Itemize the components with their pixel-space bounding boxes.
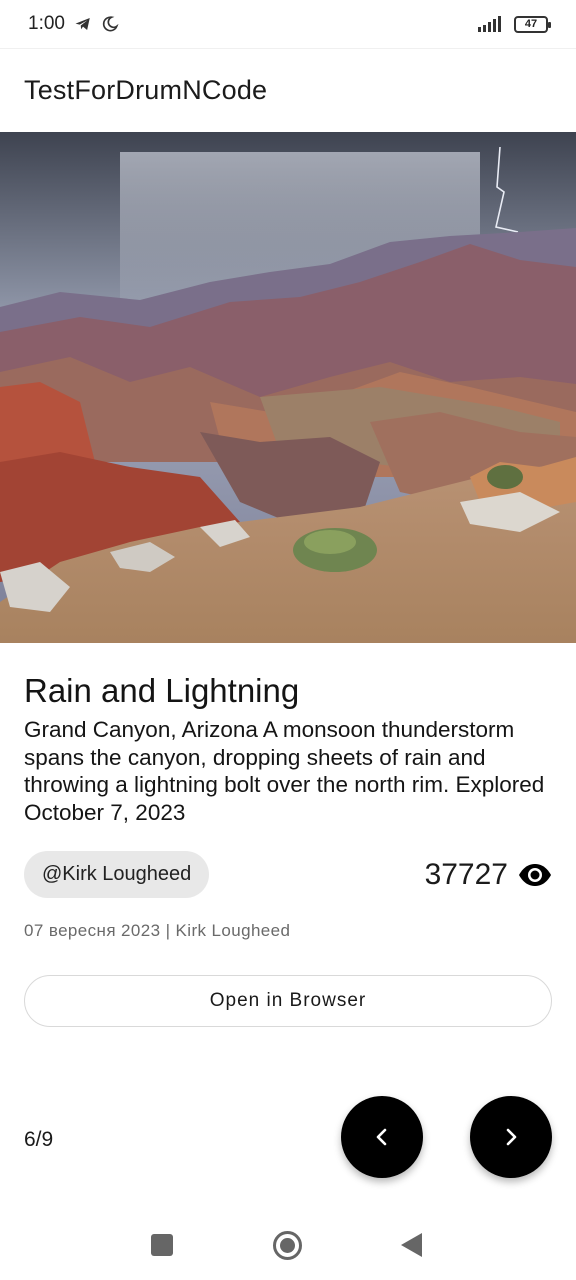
- photo-title: Rain and Lightning: [24, 672, 300, 709]
- home-icon[interactable]: [273, 1231, 302, 1260]
- views-count: 37727: [424, 858, 508, 891]
- grand-canyon-storm-photo[interactable]: [0, 132, 576, 643]
- photo-meta: 07 вересня 2023 | Kirk Lougheed: [24, 921, 291, 940]
- status-bar: 1:00 47: [0, 0, 576, 48]
- battery-icon: 47: [514, 15, 551, 33]
- chevron-right-icon: [506, 1128, 517, 1146]
- recents-icon[interactable]: [151, 1234, 173, 1256]
- status-left: 1:00: [28, 13, 119, 35]
- status-right: 47: [478, 15, 551, 33]
- next-button[interactable]: [470, 1096, 552, 1178]
- author-chip-label: @Kirk Lougheed: [42, 863, 192, 885]
- pager-indicator: 6/9: [24, 1128, 54, 1151]
- author-chip[interactable]: @Kirk Lougheed: [24, 851, 210, 898]
- views-counter: 37727: [425, 852, 552, 898]
- signal-icon: [478, 16, 501, 32]
- previous-button[interactable]: [341, 1096, 423, 1178]
- back-icon[interactable]: [401, 1233, 422, 1257]
- photo-description: Grand Canyon, Arizona A monsoon thunders…: [24, 717, 545, 825]
- app-title: TestForDrumNCode: [24, 75, 268, 105]
- battery-level: 47: [524, 18, 538, 30]
- status-time: 1:00: [28, 13, 65, 34]
- system-nav-bar: [0, 1210, 576, 1280]
- eye-icon: [519, 864, 551, 886]
- moon-icon: [102, 16, 119, 32]
- app-bar: TestForDrumNCode: [0, 48, 576, 132]
- open-in-browser-button[interactable]: Open in Browser: [24, 975, 552, 1027]
- chevron-left-icon: [376, 1128, 387, 1146]
- home-icon-dot: [280, 1238, 295, 1253]
- telegram-icon: [75, 18, 90, 30]
